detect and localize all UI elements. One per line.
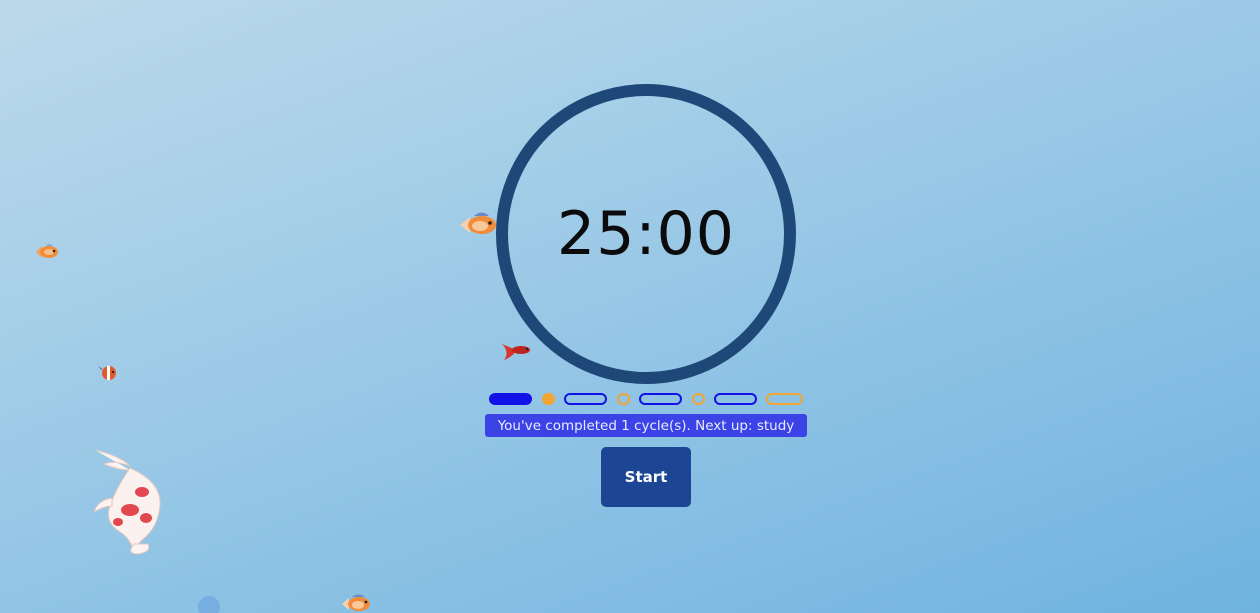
progress-segment-study: [564, 393, 607, 405]
progress-segment-study: [714, 393, 757, 405]
goldfish-icon: [458, 210, 498, 240]
status-message: You've completed 1 cycle(s). Next up: st…: [485, 414, 807, 437]
progress-segment-study-completed: [489, 393, 532, 405]
goldfish-icon: [340, 593, 372, 613]
progress-segment-break: [692, 393, 705, 405]
start-button[interactable]: Start: [601, 447, 691, 507]
cycle-progress: [489, 393, 804, 405]
koi-fish-icon: [90, 448, 170, 556]
goldfish-icon: [34, 242, 60, 262]
progress-segment-long-break: [766, 393, 803, 405]
progress-segment-break: [617, 393, 630, 405]
progress-segment-study: [639, 393, 682, 405]
clownfish-icon: [98, 362, 120, 384]
progress-segment-break-completed: [542, 393, 555, 405]
bubble-icon: [198, 596, 220, 613]
timer-display: 25:00: [557, 199, 735, 269]
